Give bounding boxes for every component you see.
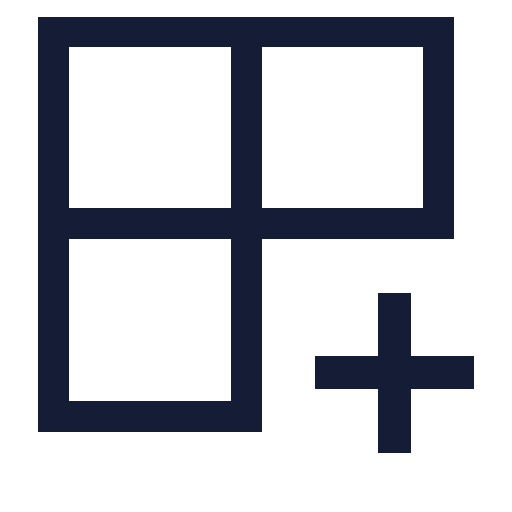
icon-canvas (0, 0, 512, 512)
top-grid-cells-icon (38, 17, 454, 239)
add-grid-icon (38, 17, 474, 453)
plus-horizontal-bar-icon (315, 356, 474, 389)
bottom-grid-cell-icon (38, 208, 262, 432)
